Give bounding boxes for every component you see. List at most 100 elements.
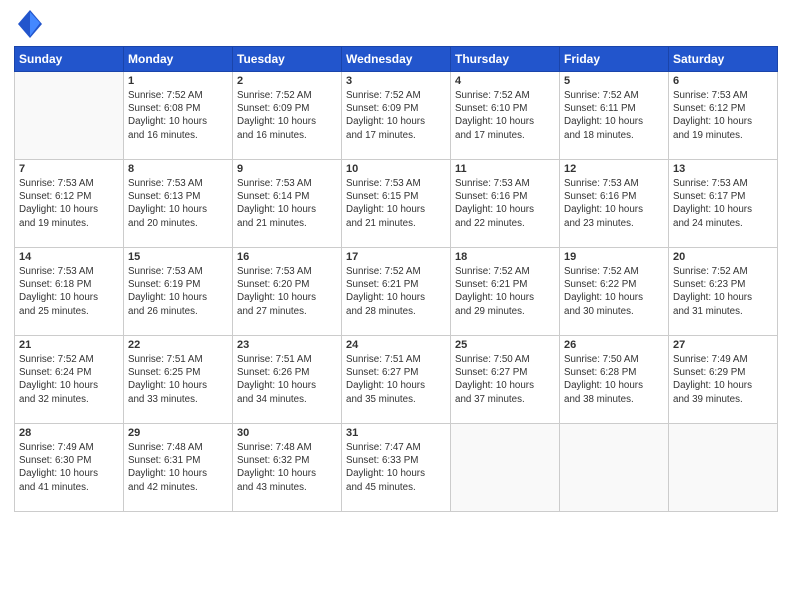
day-number: 20 <box>673 251 773 263</box>
day-info: Sunrise: 7:50 AMSunset: 6:28 PMDaylight:… <box>564 353 664 406</box>
day-number: 15 <box>128 251 228 263</box>
logo <box>14 14 42 38</box>
calendar-cell: 6 Sunrise: 7:53 AMSunset: 6:12 PMDaylight… <box>669 72 778 160</box>
page: SundayMondayTuesdayWednesdayThursdayFrid… <box>0 0 792 612</box>
calendar-cell: 24Sunrise: 7:51 AMSunset: 6:27 PMDayligh… <box>342 336 451 424</box>
calendar-cell: 29 Sunrise: 7:48 AMSunset: 6:31 PMDayligh… <box>124 424 233 512</box>
day-info: Sunrise: 7:48 AMSunset: 6:32 PMDaylight:… <box>237 441 337 494</box>
calendar-cell <box>560 424 669 512</box>
day-number: 30 <box>237 427 337 439</box>
day-info: Sunrise: 7:48 AMSunset: 6:31 PMDaylight:… <box>128 441 228 494</box>
day-info: Sunrise: 7:52 AMSunset: 6:09 PMDaylight:… <box>346 89 446 142</box>
calendar-cell <box>451 424 560 512</box>
calendar-cell: 7 Sunrise: 7:53 AMSunset: 6:12 PMDaylight… <box>15 160 124 248</box>
day-info: Sunrise: 7:53 AMSunset: 6:15 PMDaylight:… <box>346 177 446 230</box>
day-number: 27 <box>673 339 773 351</box>
calendar-cell: 9 Sunrise: 7:53 AMSunset: 6:14 PMDaylight… <box>233 160 342 248</box>
day-info: Sunrise: 7:52 AMSunset: 6:24 PMDaylight:… <box>19 353 119 406</box>
calendar-table: SundayMondayTuesdayWednesdayThursdayFrid… <box>14 46 778 512</box>
day-info: Sunrise: 7:52 AMSunset: 6:22 PMDaylight:… <box>564 265 664 318</box>
day-number: 22 <box>128 339 228 351</box>
day-number: 28 <box>19 427 119 439</box>
header-day-tuesday: Tuesday <box>233 47 342 72</box>
day-info: Sunrise: 7:53 AMSunset: 6:17 PMDaylight:… <box>673 177 773 230</box>
day-info: Sunrise: 7:51 AMSunset: 6:25 PMDaylight:… <box>128 353 228 406</box>
header <box>14 10 778 38</box>
day-info: Sunrise: 7:53 AMSunset: 6:20 PMDaylight:… <box>237 265 337 318</box>
calendar-cell: 22 Sunrise: 7:51 AMSunset: 6:25 PMDayligh… <box>124 336 233 424</box>
day-number: 7 <box>19 163 119 175</box>
calendar-cell: 20 Sunrise: 7:52 AMSunset: 6:23 PMDayligh… <box>669 248 778 336</box>
day-info: Sunrise: 7:53 AMSunset: 6:14 PMDaylight:… <box>237 177 337 230</box>
calendar-cell: 23 Sunrise: 7:51 AMSunset: 6:26 PMDayligh… <box>233 336 342 424</box>
day-number: 4 <box>455 75 555 87</box>
week-row-5: 28 Sunrise: 7:49 AMSunset: 6:30 PMDayligh… <box>15 424 778 512</box>
calendar-cell <box>669 424 778 512</box>
day-info: Sunrise: 7:47 AMSunset: 6:33 PMDaylight:… <box>346 441 446 494</box>
day-info: Sunrise: 7:52 AMSunset: 6:21 PMDaylight:… <box>455 265 555 318</box>
day-number: 19 <box>564 251 664 263</box>
day-number: 14 <box>19 251 119 263</box>
calendar-cell: 26Sunrise: 7:50 AMSunset: 6:28 PMDayligh… <box>560 336 669 424</box>
calendar-cell: 5Sunrise: 7:52 AMSunset: 6:11 PMDaylight… <box>560 72 669 160</box>
day-number: 21 <box>19 339 119 351</box>
calendar-body: 1 Sunrise: 7:52 AMSunset: 6:08 PMDaylight… <box>15 72 778 512</box>
header-day-monday: Monday <box>124 47 233 72</box>
header-day-thursday: Thursday <box>451 47 560 72</box>
day-number: 18 <box>455 251 555 263</box>
calendar-cell: 13Sunrise: 7:53 AMSunset: 6:17 PMDayligh… <box>669 160 778 248</box>
day-number: 31 <box>346 427 446 439</box>
day-info: Sunrise: 7:51 AMSunset: 6:26 PMDaylight:… <box>237 353 337 406</box>
day-info: Sunrise: 7:53 AMSunset: 6:12 PMDaylight:… <box>19 177 119 230</box>
header-day-friday: Friday <box>560 47 669 72</box>
calendar-cell: 30 Sunrise: 7:48 AMSunset: 6:32 PMDayligh… <box>233 424 342 512</box>
calendar-cell <box>15 72 124 160</box>
day-info: Sunrise: 7:50 AMSunset: 6:27 PMDaylight:… <box>455 353 555 406</box>
calendar-cell: 16 Sunrise: 7:53 AMSunset: 6:20 PMDayligh… <box>233 248 342 336</box>
header-row: SundayMondayTuesdayWednesdayThursdayFrid… <box>15 47 778 72</box>
day-number: 1 <box>128 75 228 87</box>
calendar-cell: 21 Sunrise: 7:52 AMSunset: 6:24 PMDayligh… <box>15 336 124 424</box>
calendar-cell: 3 Sunrise: 7:52 AMSunset: 6:09 PMDaylight… <box>342 72 451 160</box>
calendar-cell: 1 Sunrise: 7:52 AMSunset: 6:08 PMDaylight… <box>124 72 233 160</box>
day-number: 10 <box>346 163 446 175</box>
day-number: 6 <box>673 75 773 87</box>
day-number: 11 <box>455 163 555 175</box>
calendar-cell: 28 Sunrise: 7:49 AMSunset: 6:30 PMDayligh… <box>15 424 124 512</box>
day-info: Sunrise: 7:53 AMSunset: 6:18 PMDaylight:… <box>19 265 119 318</box>
day-number: 12 <box>564 163 664 175</box>
day-number: 29 <box>128 427 228 439</box>
day-number: 5 <box>564 75 664 87</box>
calendar-header: SundayMondayTuesdayWednesdayThursdayFrid… <box>15 47 778 72</box>
day-info: Sunrise: 7:49 AMSunset: 6:30 PMDaylight:… <box>19 441 119 494</box>
logo-icon <box>18 10 42 38</box>
header-day-wednesday: Wednesday <box>342 47 451 72</box>
calendar-cell: 4Sunrise: 7:52 AMSunset: 6:10 PMDaylight… <box>451 72 560 160</box>
day-info: Sunrise: 7:53 AMSunset: 6:12 PMDaylight:… <box>673 89 773 142</box>
day-number: 24 <box>346 339 446 351</box>
calendar-cell: 14 Sunrise: 7:53 AMSunset: 6:18 PMDayligh… <box>15 248 124 336</box>
day-info: Sunrise: 7:53 AMSunset: 6:19 PMDaylight:… <box>128 265 228 318</box>
day-number: 16 <box>237 251 337 263</box>
day-number: 3 <box>346 75 446 87</box>
header-day-sunday: Sunday <box>15 47 124 72</box>
calendar-cell: 31 Sunrise: 7:47 AMSunset: 6:33 PMDayligh… <box>342 424 451 512</box>
header-day-saturday: Saturday <box>669 47 778 72</box>
calendar-cell: 19 Sunrise: 7:52 AMSunset: 6:22 PMDayligh… <box>560 248 669 336</box>
calendar-cell: 11 Sunrise: 7:53 AMSunset: 6:16 PMDayligh… <box>451 160 560 248</box>
day-number: 25 <box>455 339 555 351</box>
calendar-cell: 12 Sunrise: 7:53 AMSunset: 6:16 PMDayligh… <box>560 160 669 248</box>
day-info: Sunrise: 7:53 AMSunset: 6:13 PMDaylight:… <box>128 177 228 230</box>
calendar-cell: 18 Sunrise: 7:52 AMSunset: 6:21 PMDayligh… <box>451 248 560 336</box>
day-info: Sunrise: 7:52 AMSunset: 6:23 PMDaylight:… <box>673 265 773 318</box>
day-info: Sunrise: 7:49 AMSunset: 6:29 PMDaylight:… <box>673 353 773 406</box>
day-number: 23 <box>237 339 337 351</box>
day-number: 9 <box>237 163 337 175</box>
week-row-1: 1 Sunrise: 7:52 AMSunset: 6:08 PMDaylight… <box>15 72 778 160</box>
day-info: Sunrise: 7:52 AMSunset: 6:09 PMDaylight:… <box>237 89 337 142</box>
calendar-cell: 2Sunrise: 7:52 AMSunset: 6:09 PMDaylight… <box>233 72 342 160</box>
day-number: 17 <box>346 251 446 263</box>
day-info: Sunrise: 7:53 AMSunset: 6:16 PMDaylight:… <box>455 177 555 230</box>
day-info: Sunrise: 7:52 AMSunset: 6:08 PMDaylight:… <box>128 89 228 142</box>
day-info: Sunrise: 7:53 AMSunset: 6:16 PMDaylight:… <box>564 177 664 230</box>
